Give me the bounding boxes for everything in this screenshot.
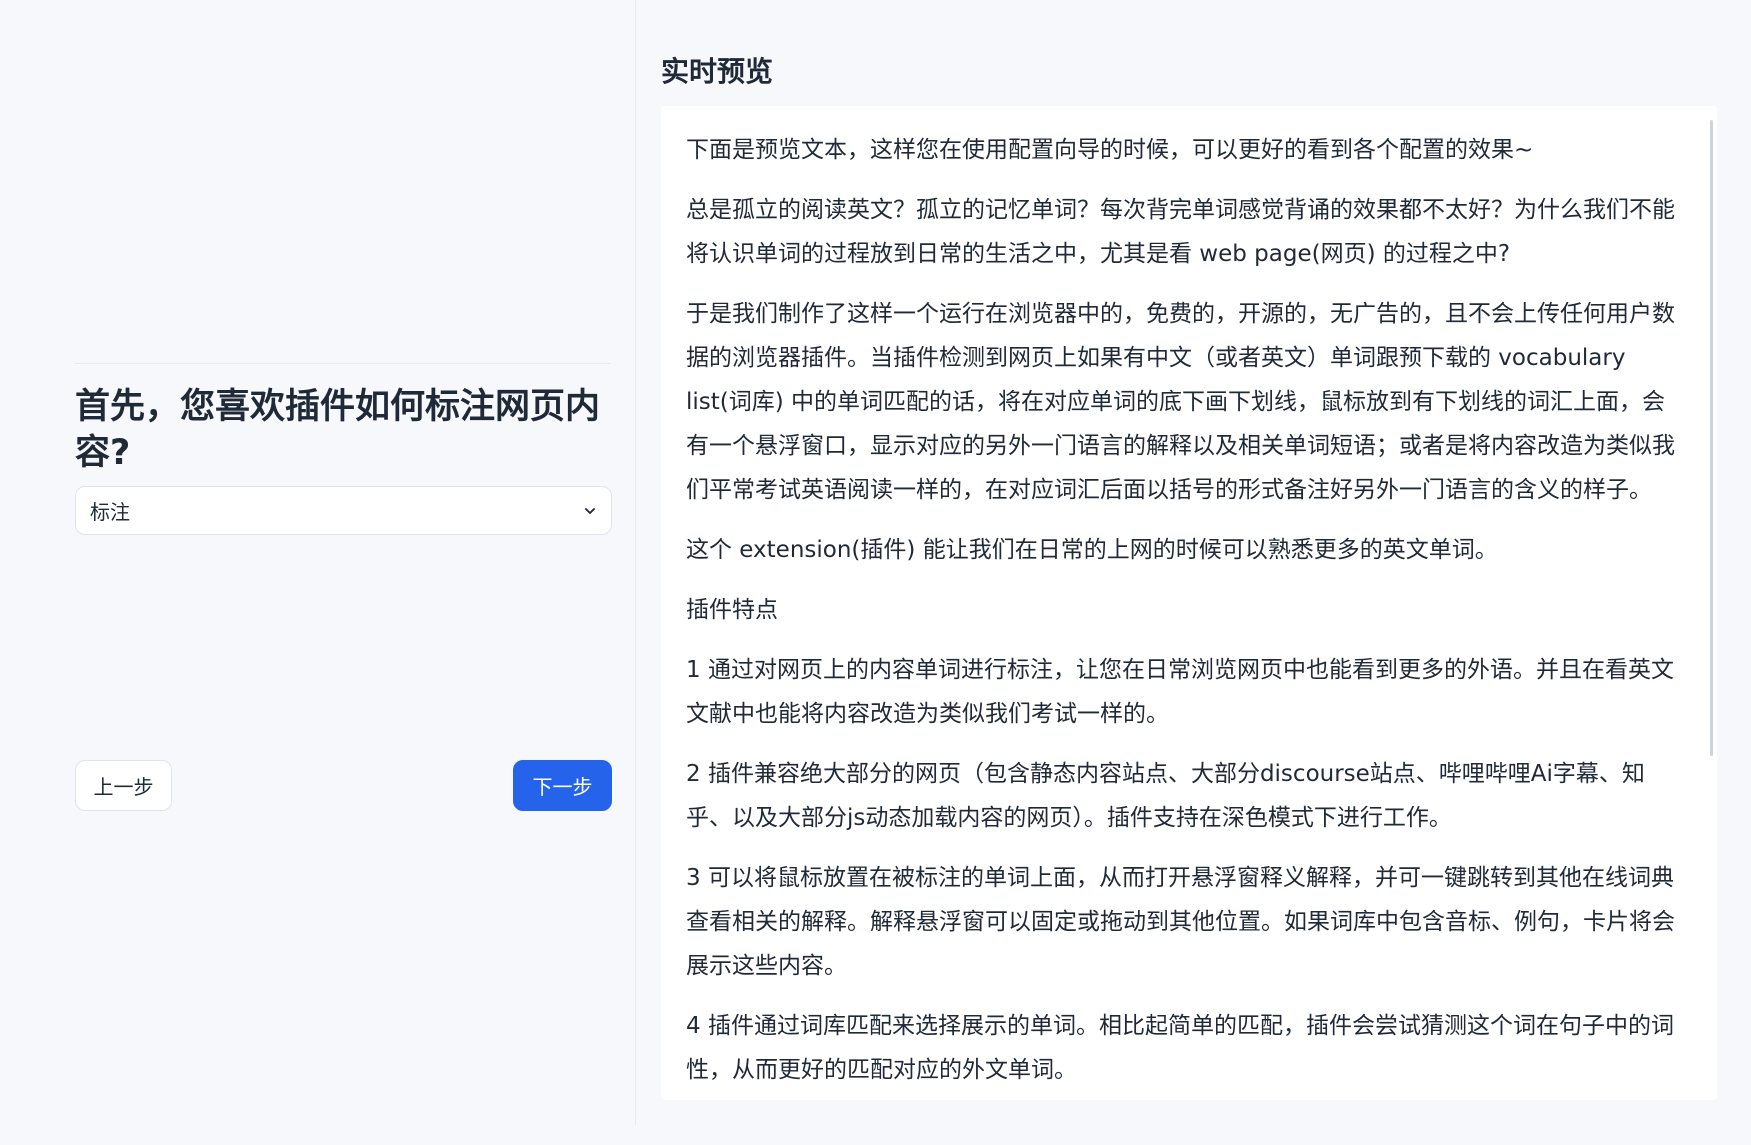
preview-paragraph: 总是孤立的阅读英文？孤立的记忆单词？每次背完单词感觉背诵的效果都不太好？为什么我…: [686, 197, 1675, 267]
wizard-question: 首先，您喜欢插件如何标注网页内容?: [75, 387, 601, 473]
preview-paragraph: 插件特点: [686, 597, 778, 623]
chevron-down-icon: [583, 504, 597, 518]
preview-paragraph: 2 插件兼容绝大部分的网页（包含静态内容站点、大部分discourse站点、哔哩…: [686, 761, 1645, 831]
preview-scrollbar[interactable]: [1710, 120, 1713, 756]
preview-title: 实时预览: [661, 55, 774, 88]
preview-content: 下面是预览文本，这样您在使用配置向导的时候，可以更好的看到各个配置的效果~ 总是…: [686, 128, 1686, 1100]
preview-paragraph: 4 插件通过词库匹配来选择展示的单词。相比起简单的匹配，插件会尝试猜测这个词在句…: [686, 1013, 1674, 1083]
annotation-mode-value: 标注: [90, 500, 130, 524]
setup-wizard: 首先，您喜欢插件如何标注网页内容? 标注 上一步 下一步 实时预览 下面是预览文…: [0, 0, 1751, 1145]
preview-card[interactable]: 下面是预览文本，这样您在使用配置向导的时候，可以更好的看到各个配置的效果~ 总是…: [661, 106, 1717, 1100]
next-step-button[interactable]: 下一步: [513, 760, 612, 811]
divider: [75, 363, 611, 364]
wizard-panel: 首先，您喜欢插件如何标注网页内容? 标注 上一步 下一步: [0, 0, 636, 1125]
preview-paragraph: 1 通过对网页上的内容单词进行标注，让您在日常浏览网页中也能看到更多的外语。并且…: [686, 657, 1674, 727]
preview-paragraph: 3 可以将鼠标放置在被标注的单词上面，从而打开悬浮窗释义解释，并可一键跳转到其他…: [686, 865, 1675, 979]
prev-step-button[interactable]: 上一步: [75, 760, 172, 811]
annotation-mode-select[interactable]: 标注: [75, 486, 612, 535]
preview-paragraph: 这个 extension(插件) 能让我们在日常的上网的时候可以熟悉更多的英文单…: [686, 537, 1498, 563]
preview-paragraph: 于是我们制作了这样一个运行在浏览器中的，免费的，开源的，无广告的，且不会上传任何…: [686, 301, 1675, 503]
preview-paragraph: 下面是预览文本，这样您在使用配置向导的时候，可以更好的看到各个配置的效果~: [686, 137, 1534, 163]
